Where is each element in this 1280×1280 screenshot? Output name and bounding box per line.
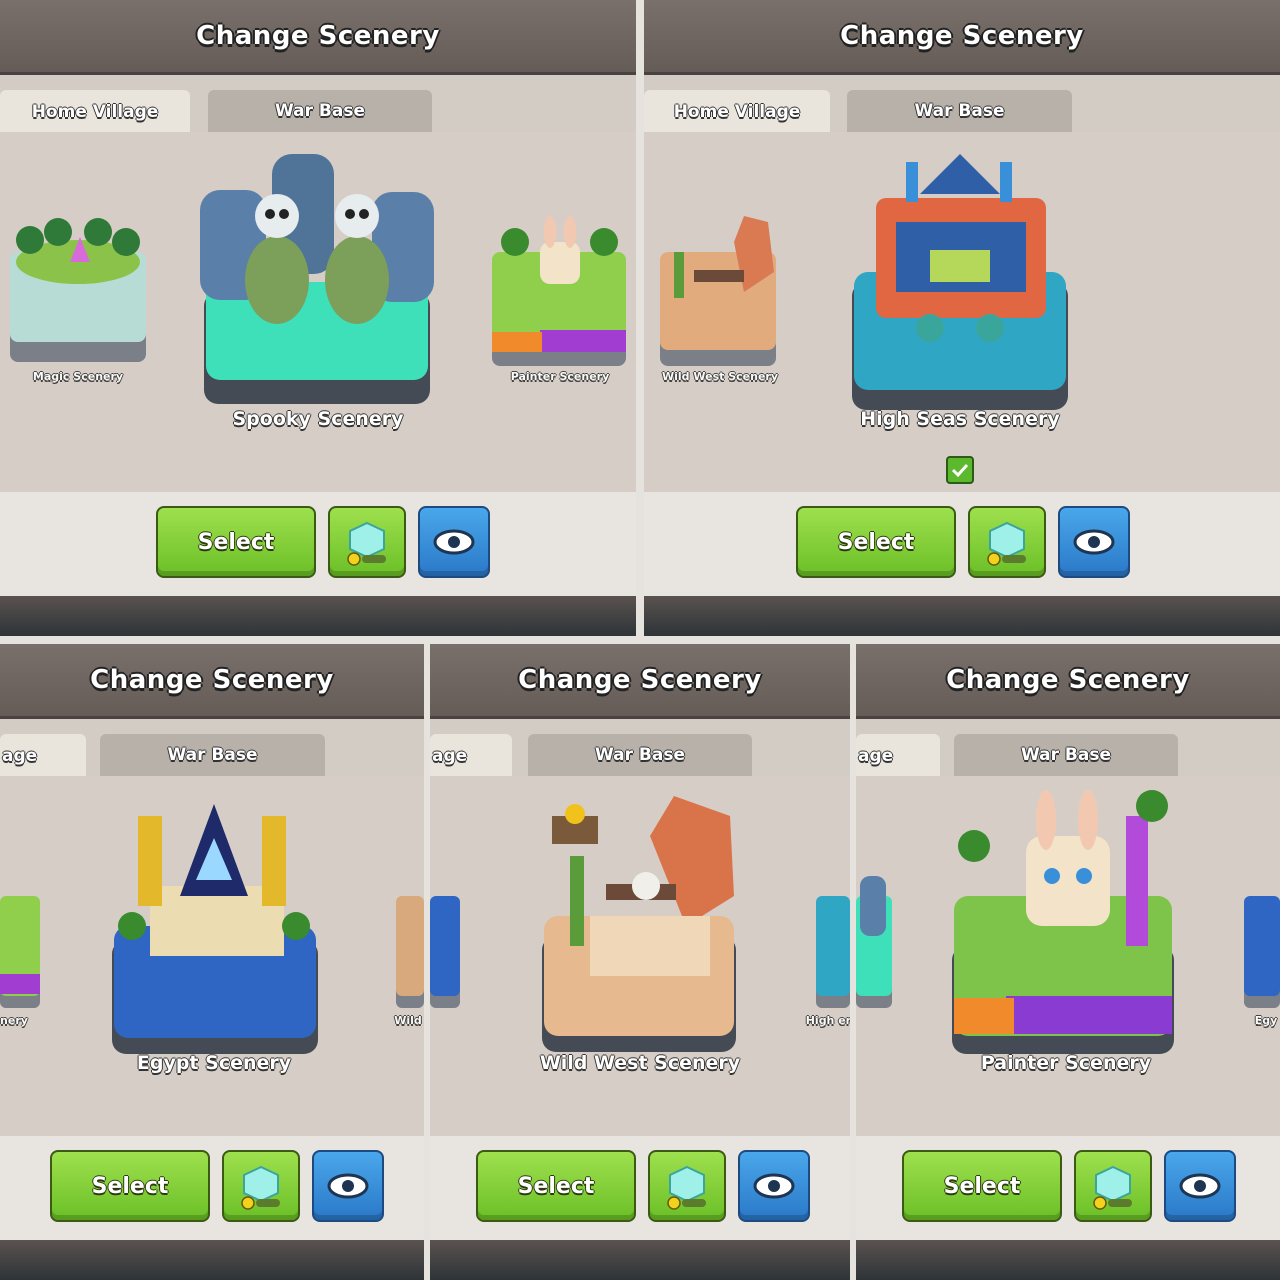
tab-war-base[interactable]: War Base — [100, 734, 325, 779]
tab-home-village[interactable]: Home Village — [0, 90, 190, 134]
select-button[interactable]: Select — [50, 1150, 210, 1222]
left-scene-label: Magic Scenery — [32, 370, 124, 383]
title-bar: Change Scenery — [430, 644, 850, 719]
preview-button[interactable] — [738, 1150, 810, 1222]
high-seas-scenery-preview[interactable] — [852, 154, 1068, 410]
action-bar: Select — [856, 1136, 1280, 1240]
gem-cube-icon — [1093, 1165, 1132, 1210]
main-scene-label: Spooky Scenery — [232, 408, 404, 430]
gem-select-button[interactable] — [1074, 1150, 1152, 1222]
eye-icon — [753, 1173, 795, 1199]
tab-war-base[interactable]: War Base — [528, 734, 752, 779]
gem-cube-icon — [241, 1165, 280, 1210]
eye-icon — [1179, 1173, 1221, 1199]
scenery-panel-painter: Change Scenery age War Base Painter Scen… — [856, 644, 1280, 1280]
spooky-scenery-thumbnail-partial[interactable] — [856, 876, 892, 1008]
gem-select-button[interactable] — [648, 1150, 726, 1222]
main-scene-label: Wild West Scenery — [539, 1052, 741, 1074]
gem-cube-icon — [347, 521, 386, 566]
gem-select-button[interactable] — [328, 506, 406, 578]
tab-war-base[interactable]: War Base — [208, 90, 432, 135]
scenery-carousel[interactable]: Painter Scenery Egy — [856, 776, 1280, 1136]
right-scene-label: Wild — [394, 1014, 422, 1027]
egypt-scenery-thumbnail-partial[interactable] — [430, 896, 460, 1008]
panel-title: Change Scenery — [946, 665, 1190, 695]
right-scene-label: Egy — [1254, 1014, 1278, 1027]
egypt-scenery-thumbnail-partial[interactable] — [1244, 896, 1280, 1008]
panel-title: Change Scenery — [840, 21, 1084, 51]
tab-war-base[interactable]: War Base — [954, 734, 1178, 779]
tab-war-base[interactable]: War Base — [847, 90, 1072, 135]
checkmark-icon — [951, 463, 969, 478]
selected-checkbox — [946, 456, 974, 484]
panel-title: Change Scenery — [90, 665, 334, 695]
preview-button[interactable] — [1058, 506, 1130, 578]
panel-title: Change Scenery — [196, 21, 440, 51]
left-scene-label: Wild West Scenery — [661, 370, 779, 383]
action-bar: Select — [0, 1136, 424, 1240]
right-scene-label: High ery — [805, 1014, 850, 1027]
title-bar: Change Scenery — [644, 0, 1280, 75]
main-scene-label: High Seas Scenery — [860, 408, 1060, 430]
gem-cube-icon — [987, 521, 1026, 566]
carousel-artwork — [10, 154, 626, 404]
preview-button[interactable] — [1164, 1150, 1236, 1222]
action-bar: Select — [430, 1136, 850, 1240]
scenery-panel-egypt: Change Scenery age War Base Egypt Scener… — [0, 644, 424, 1280]
action-bar: Select — [0, 492, 636, 596]
scenery-carousel[interactable]: Wild West Scenery High ery — [430, 776, 850, 1136]
wild-west-scenery-preview[interactable] — [542, 796, 736, 1052]
high-seas-scenery-thumbnail-partial[interactable] — [816, 896, 850, 1008]
tab-home-village[interactable]: age — [0, 734, 86, 778]
carousel-artwork — [430, 796, 850, 1052]
title-bar: Change Scenery — [0, 644, 424, 719]
select-button[interactable]: Select — [156, 506, 316, 578]
spooky-scenery-preview[interactable] — [200, 154, 434, 404]
painter-scenery-thumbnail[interactable] — [492, 216, 626, 366]
scenery-panel-wild-west: Change Scenery age War Base Wild West Sc… — [430, 644, 850, 1280]
preview-button[interactable] — [312, 1150, 384, 1222]
scenery-panel-spooky: Change Scenery Home Village War Base Spo… — [0, 0, 636, 636]
right-scene-label: Painter Scenery — [510, 370, 610, 383]
tab-home-village[interactable]: age — [856, 734, 940, 778]
gem-select-button[interactable] — [222, 1150, 300, 1222]
scenery-carousel[interactable]: Egypt Scenery nery Wild — [0, 776, 424, 1136]
background-strip — [0, 1240, 424, 1280]
eye-icon — [1073, 529, 1115, 555]
select-button[interactable]: Select — [902, 1150, 1062, 1222]
eye-icon — [327, 1173, 369, 1199]
left-scene-label: nery — [0, 1014, 28, 1027]
background-strip — [644, 596, 1280, 636]
scenery-panel-high-seas: Change Scenery Home Village War Base Hig… — [644, 0, 1280, 636]
title-bar: Change Scenery — [0, 0, 636, 75]
carousel-artwork — [0, 804, 424, 1054]
painter-scenery-preview[interactable] — [952, 790, 1174, 1054]
select-button[interactable]: Select — [796, 506, 956, 578]
carousel-artwork — [856, 790, 1280, 1054]
wild-west-scenery-thumbnail-partial[interactable] — [396, 896, 424, 1008]
background-strip — [856, 1240, 1280, 1280]
magic-scenery-thumbnail[interactable] — [10, 218, 146, 362]
gem-cube-icon — [667, 1165, 706, 1210]
egypt-scenery-preview[interactable] — [112, 804, 318, 1054]
scenery-carousel[interactable]: Spooky Scenery Magic Scenery Painter Sce… — [0, 132, 636, 492]
tab-home-village[interactable]: age — [430, 734, 512, 778]
eye-icon — [433, 529, 475, 555]
action-bar: Select — [644, 492, 1280, 596]
background-strip — [430, 1240, 850, 1280]
gem-select-button[interactable] — [968, 506, 1046, 578]
panel-title: Change Scenery — [518, 665, 762, 695]
scenery-carousel[interactable]: High Seas Scenery Wild West Scenery — [644, 132, 1280, 492]
tab-home-village[interactable]: Home Village — [644, 90, 830, 134]
select-button[interactable]: Select — [476, 1150, 636, 1222]
wild-west-scenery-thumbnail[interactable] — [660, 216, 776, 366]
title-bar: Change Scenery — [856, 644, 1280, 719]
main-scene-label: Painter Scenery — [980, 1052, 1152, 1074]
preview-button[interactable] — [418, 506, 490, 578]
carousel-artwork — [660, 154, 1068, 410]
main-scene-label: Egypt Scenery — [136, 1052, 292, 1074]
background-strip — [0, 596, 636, 636]
painter-scenery-thumbnail-partial[interactable] — [0, 896, 40, 1008]
